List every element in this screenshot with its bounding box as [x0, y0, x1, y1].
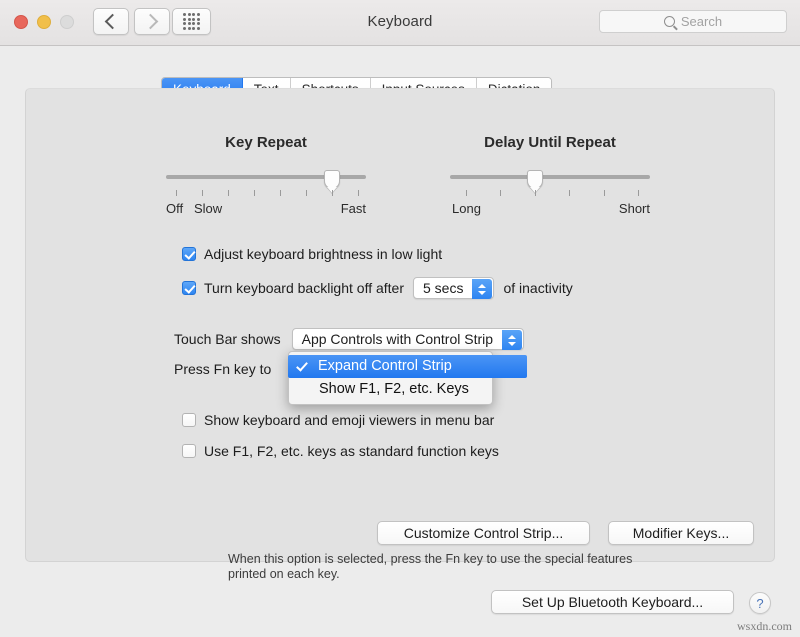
- standard-fkeys-row[interactable]: Use F1, F2, etc. keys as standard functi…: [182, 443, 499, 459]
- slider-tick: [202, 190, 203, 196]
- stepper-arrows-icon: [472, 279, 492, 299]
- label-short: Short: [619, 201, 650, 216]
- press-fn-label: Press Fn key to: [174, 361, 271, 377]
- key-repeat-slider[interactable]: [166, 171, 366, 181]
- slider-tick: [604, 190, 605, 196]
- slider-thumb[interactable]: [527, 170, 543, 189]
- touch-bar-label: Touch Bar shows: [174, 331, 281, 347]
- slider-track: [450, 175, 650, 179]
- touch-bar-row: Touch Bar shows App Controls with Contro…: [174, 328, 524, 350]
- window-titlebar: Keyboard Search: [0, 0, 800, 46]
- keyboard-preferences-window: Keyboard Search Keyboard Text Shortcuts …: [0, 0, 800, 637]
- adjust-brightness-row[interactable]: Adjust keyboard brightness in low light: [182, 246, 442, 262]
- watermark: wsxdn.com: [737, 619, 792, 634]
- slider-tick: [569, 190, 570, 196]
- menu-item-expand-control-strip[interactable]: Expand Control Strip: [288, 355, 527, 378]
- keyboard-settings-panel: Key Repeat Off Slow Fast Delay Until Rep…: [25, 88, 775, 562]
- delay-until-repeat-slider-group: Delay Until Repeat Long Short: [450, 134, 650, 217]
- slider-tick: [500, 190, 501, 196]
- slider-tick: [254, 190, 255, 196]
- key-repeat-ticks: [166, 190, 366, 200]
- key-repeat-title: Key Repeat: [166, 134, 366, 151]
- key-repeat-labels: Off Slow Fast: [166, 201, 366, 217]
- touch-bar-popup[interactable]: App Controls with Control Strip: [292, 328, 524, 350]
- customize-control-strip-button[interactable]: Customize Control Strip...: [377, 521, 590, 545]
- menu-item-label: Expand Control Strip: [318, 358, 452, 374]
- search-placeholder: Search: [681, 14, 722, 29]
- press-fn-dropdown-menu[interactable]: Expand Control Strip Show F1, F2, etc. K…: [288, 351, 493, 405]
- help-button[interactable]: ?: [749, 592, 771, 614]
- slider-tick: [332, 190, 333, 196]
- label-fast: Fast: [341, 201, 366, 216]
- slider-tick: [176, 190, 177, 196]
- set-up-bluetooth-keyboard-button[interactable]: Set Up Bluetooth Keyboard...: [491, 590, 734, 614]
- backlight-off-suffix: of inactivity: [503, 280, 572, 296]
- checkmark-icon: [296, 359, 308, 371]
- backlight-delay-value: 5 secs: [423, 280, 463, 296]
- adjust-brightness-checkbox[interactable]: [182, 247, 196, 261]
- backlight-off-row[interactable]: Turn keyboard backlight off after 5 secs…: [182, 277, 573, 299]
- show-viewers-checkbox[interactable]: [182, 413, 196, 427]
- backlight-delay-popup[interactable]: 5 secs: [413, 277, 494, 299]
- menu-item-show-fkeys[interactable]: Show F1, F2, etc. Keys: [289, 378, 492, 401]
- delay-title: Delay Until Repeat: [450, 134, 650, 151]
- adjust-brightness-label: Adjust keyboard brightness in low light: [204, 246, 442, 262]
- menu-item-label: Show F1, F2, etc. Keys: [319, 381, 469, 397]
- search-icon: [664, 16, 675, 27]
- touch-bar-value: App Controls with Control Strip: [302, 331, 493, 347]
- slider-tick: [280, 190, 281, 196]
- slider-tick: [638, 190, 639, 196]
- label-long: Long: [452, 201, 481, 216]
- slider-thumb[interactable]: [324, 170, 340, 189]
- press-fn-row: Press Fn key to: [174, 361, 271, 377]
- delay-slider[interactable]: [450, 171, 650, 181]
- label-slow: Slow: [194, 201, 222, 216]
- modifier-keys-button[interactable]: Modifier Keys...: [608, 521, 754, 545]
- key-repeat-slider-group: Key Repeat Off Slow Fast: [166, 134, 366, 217]
- search-input[interactable]: Search: [599, 10, 787, 33]
- stepper-arrows-icon: [502, 330, 522, 350]
- backlight-off-label: Turn keyboard backlight off after: [204, 280, 404, 296]
- slider-tick: [306, 190, 307, 196]
- label-off: Off: [166, 201, 183, 216]
- slider-tick: [535, 190, 536, 196]
- slider-tick: [466, 190, 467, 196]
- standard-fkeys-help-text: When this option is selected, press the …: [228, 552, 648, 582]
- slider-tick: [358, 190, 359, 196]
- delay-labels: Long Short: [450, 201, 650, 217]
- delay-ticks: [450, 190, 650, 200]
- standard-fkeys-checkbox[interactable]: [182, 444, 196, 458]
- show-viewers-row[interactable]: Show keyboard and emoji viewers in menu …: [182, 412, 494, 428]
- slider-tick: [228, 190, 229, 196]
- show-viewers-label: Show keyboard and emoji viewers in menu …: [204, 412, 494, 428]
- backlight-off-checkbox[interactable]: [182, 281, 196, 295]
- standard-fkeys-label: Use F1, F2, etc. keys as standard functi…: [204, 443, 499, 459]
